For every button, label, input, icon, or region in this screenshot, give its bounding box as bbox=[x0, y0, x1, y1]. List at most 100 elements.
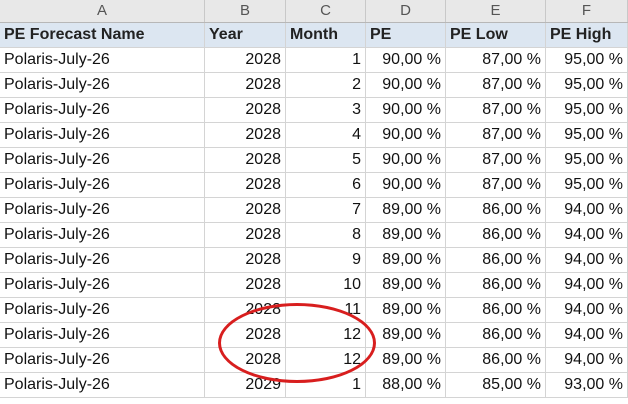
cell-pe-forecast-name[interactable]: Polaris-July-26 bbox=[0, 373, 205, 397]
cell-month[interactable]: 12 bbox=[286, 323, 366, 347]
cell-pe-high[interactable]: 95,00 % bbox=[546, 98, 628, 122]
cell-year[interactable]: 2029 bbox=[205, 373, 286, 397]
cell-pe-high[interactable]: 94,00 % bbox=[546, 248, 628, 272]
header-cell-month[interactable]: Month bbox=[286, 23, 366, 47]
cell-year[interactable]: 2028 bbox=[205, 298, 286, 322]
cell-month[interactable]: 11 bbox=[286, 298, 366, 322]
cell-pe[interactable]: 90,00 % bbox=[366, 173, 446, 197]
cell-pe-forecast-name[interactable]: Polaris-July-26 bbox=[0, 348, 205, 372]
cell-pe[interactable]: 89,00 % bbox=[366, 248, 446, 272]
cell-pe-high[interactable]: 95,00 % bbox=[546, 123, 628, 147]
cell-pe-high[interactable]: 95,00 % bbox=[546, 73, 628, 97]
cell-pe-forecast-name[interactable]: Polaris-July-26 bbox=[0, 173, 205, 197]
cell-month[interactable]: 4 bbox=[286, 123, 366, 147]
cell-year[interactable]: 2028 bbox=[205, 348, 286, 372]
cell-pe[interactable]: 90,00 % bbox=[366, 48, 446, 72]
cell-year[interactable]: 2028 bbox=[205, 248, 286, 272]
cell-pe[interactable]: 90,00 % bbox=[366, 73, 446, 97]
cell-pe-low[interactable]: 86,00 % bbox=[446, 198, 546, 222]
cell-year[interactable]: 2028 bbox=[205, 223, 286, 247]
cell-pe-high[interactable]: 93,00 % bbox=[546, 373, 628, 397]
cell-month[interactable]: 10 bbox=[286, 273, 366, 297]
cell-pe-low[interactable]: 86,00 % bbox=[446, 348, 546, 372]
cell-pe[interactable]: 89,00 % bbox=[366, 348, 446, 372]
cell-year[interactable]: 2028 bbox=[205, 273, 286, 297]
column-header-a[interactable]: A bbox=[0, 0, 205, 22]
cell-pe-high[interactable]: 95,00 % bbox=[546, 148, 628, 172]
cell-pe-forecast-name[interactable]: Polaris-July-26 bbox=[0, 148, 205, 172]
cell-pe-forecast-name[interactable]: Polaris-July-26 bbox=[0, 123, 205, 147]
cell-year[interactable]: 2028 bbox=[205, 73, 286, 97]
cell-pe-high[interactable]: 94,00 % bbox=[546, 198, 628, 222]
table-row: Polaris-July-26 2028 7 89,00 % 86,00 % 94,00 … bbox=[0, 198, 628, 223]
cell-pe-forecast-name[interactable]: Polaris-July-26 bbox=[0, 323, 205, 347]
column-header-c[interactable]: C bbox=[286, 0, 366, 22]
cell-pe[interactable]: 89,00 % bbox=[366, 198, 446, 222]
cell-year[interactable]: 2028 bbox=[205, 173, 286, 197]
cell-pe-low[interactable]: 87,00 % bbox=[446, 123, 546, 147]
cell-year[interactable]: 2028 bbox=[205, 323, 286, 347]
cell-year[interactable]: 2028 bbox=[205, 198, 286, 222]
cell-pe-high[interactable]: 95,00 % bbox=[546, 173, 628, 197]
column-header-e[interactable]: E bbox=[446, 0, 546, 22]
cell-pe-forecast-name[interactable]: Polaris-July-26 bbox=[0, 48, 205, 72]
cell-pe-forecast-name[interactable]: Polaris-July-26 bbox=[0, 73, 205, 97]
column-header-d[interactable]: D bbox=[366, 0, 446, 22]
cell-pe-low[interactable]: 87,00 % bbox=[446, 73, 546, 97]
cell-pe-forecast-name[interactable]: Polaris-July-26 bbox=[0, 298, 205, 322]
cell-pe-high[interactable]: 94,00 % bbox=[546, 223, 628, 247]
column-header-b[interactable]: B bbox=[205, 0, 286, 22]
cell-pe-low[interactable]: 86,00 % bbox=[446, 323, 546, 347]
cell-pe-low[interactable]: 86,00 % bbox=[446, 223, 546, 247]
cell-pe[interactable]: 89,00 % bbox=[366, 298, 446, 322]
cell-month[interactable]: 7 bbox=[286, 198, 366, 222]
cell-pe-low[interactable]: 86,00 % bbox=[446, 248, 546, 272]
cell-year[interactable]: 2028 bbox=[205, 98, 286, 122]
header-cell-pe-forecast-name[interactable]: PE Forecast Name bbox=[0, 23, 205, 47]
cell-pe-high[interactable]: 94,00 % bbox=[546, 348, 628, 372]
cell-pe-forecast-name[interactable]: Polaris-July-26 bbox=[0, 273, 205, 297]
spreadsheet: A B C D E F PE Forecast Name Year Month … bbox=[0, 0, 628, 404]
header-cell-pe[interactable]: PE bbox=[366, 23, 446, 47]
cell-pe-high[interactable]: 94,00 % bbox=[546, 298, 628, 322]
column-header-f[interactable]: F bbox=[546, 0, 628, 22]
cell-month[interactable]: 9 bbox=[286, 248, 366, 272]
cell-month[interactable]: 5 bbox=[286, 148, 366, 172]
cell-pe-low[interactable]: 87,00 % bbox=[446, 98, 546, 122]
cell-pe-forecast-name[interactable]: Polaris-July-26 bbox=[0, 248, 205, 272]
cell-pe-low[interactable]: 87,00 % bbox=[446, 148, 546, 172]
cell-month[interactable]: 2 bbox=[286, 73, 366, 97]
header-cell-pe-low[interactable]: PE Low bbox=[446, 23, 546, 47]
cell-pe[interactable]: 90,00 % bbox=[366, 148, 446, 172]
cell-pe-forecast-name[interactable]: Polaris-July-26 bbox=[0, 223, 205, 247]
cell-month[interactable]: 1 bbox=[286, 373, 366, 397]
cell-pe-high[interactable]: 94,00 % bbox=[546, 273, 628, 297]
cell-pe[interactable]: 89,00 % bbox=[366, 323, 446, 347]
cell-pe[interactable]: 89,00 % bbox=[366, 223, 446, 247]
cell-year[interactable]: 2028 bbox=[205, 123, 286, 147]
cell-pe[interactable]: 89,00 % bbox=[366, 273, 446, 297]
cell-year[interactable]: 2028 bbox=[205, 48, 286, 72]
cell-pe-high[interactable]: 95,00 % bbox=[546, 48, 628, 72]
cell-pe-low[interactable]: 87,00 % bbox=[446, 48, 546, 72]
cell-pe[interactable]: 90,00 % bbox=[366, 123, 446, 147]
table-row: Polaris-July-26 2028 2 90,00 % 87,00 % 95,00 … bbox=[0, 73, 628, 98]
cell-month[interactable]: 3 bbox=[286, 98, 366, 122]
cell-month[interactable]: 6 bbox=[286, 173, 366, 197]
cell-pe[interactable]: 88,00 % bbox=[366, 373, 446, 397]
cell-pe-low[interactable]: 86,00 % bbox=[446, 273, 546, 297]
cell-year[interactable]: 2028 bbox=[205, 148, 286, 172]
cell-month[interactable]: 12 bbox=[286, 348, 366, 372]
cell-month[interactable]: 1 bbox=[286, 48, 366, 72]
cell-pe-low[interactable]: 87,00 % bbox=[446, 173, 546, 197]
header-cell-pe-high[interactable]: PE High bbox=[546, 23, 628, 47]
table-row: Polaris-July-26 2028 1 90,00 % 87,00 % 95,00 … bbox=[0, 48, 628, 73]
cell-pe-low[interactable]: 86,00 % bbox=[446, 298, 546, 322]
cell-pe[interactable]: 90,00 % bbox=[366, 98, 446, 122]
header-cell-year[interactable]: Year bbox=[205, 23, 286, 47]
cell-pe-forecast-name[interactable]: Polaris-July-26 bbox=[0, 198, 205, 222]
cell-month[interactable]: 8 bbox=[286, 223, 366, 247]
cell-pe-low[interactable]: 85,00 % bbox=[446, 373, 546, 397]
cell-pe-high[interactable]: 94,00 % bbox=[546, 323, 628, 347]
cell-pe-forecast-name[interactable]: Polaris-July-26 bbox=[0, 98, 205, 122]
